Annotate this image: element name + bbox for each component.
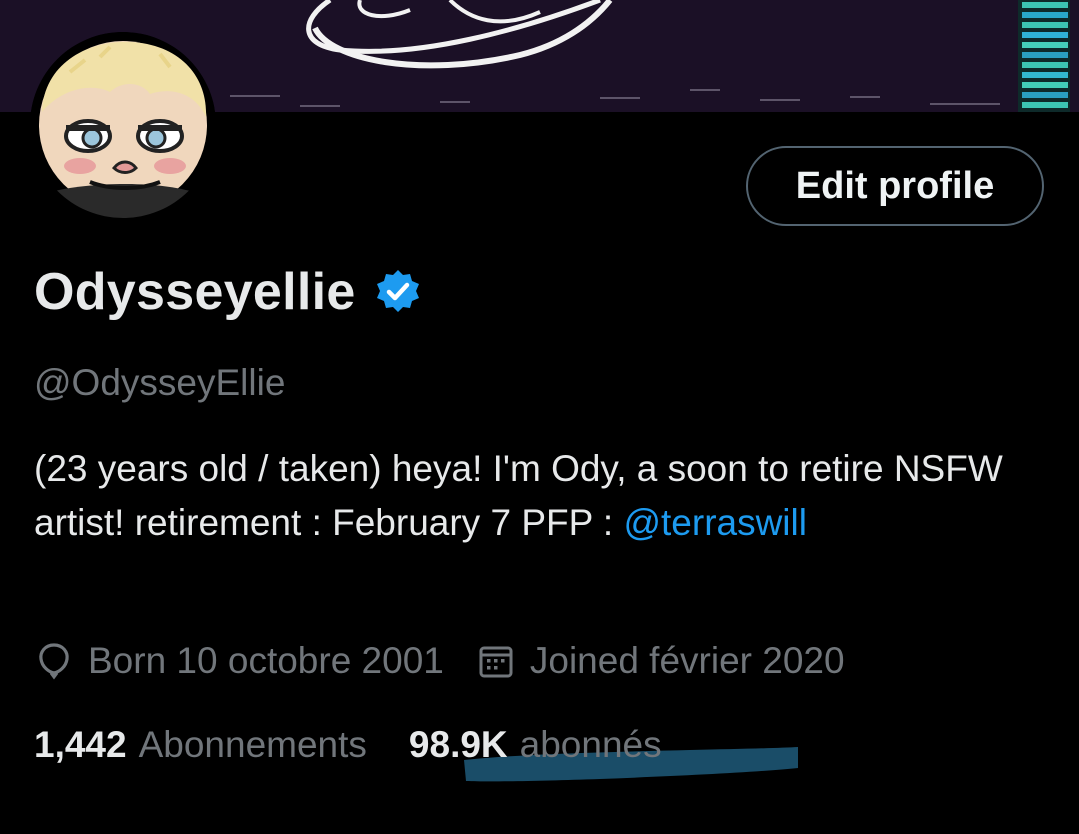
joined-text: Joined février 2020 [529,640,845,681]
followers-count: 98.9K [408,724,508,765]
profile-meta: Born 10 octobre 2001 Joined février 2020 [34,640,845,682]
profile-handle: @OdysseyEllie [34,362,286,403]
avatar[interactable] [30,32,216,218]
following-link[interactable]: 1,442 Abonnements [34,724,367,766]
profile-name-row: Odysseyellie [34,262,422,322]
display-name: Odysseyellie [34,263,356,321]
profile-stats: 1,442 Abonnements 98.9K abonnés [34,724,662,766]
balloon-icon [39,643,69,680]
avatar-image [30,32,216,218]
edit-profile-button[interactable]: Edit profile [746,146,1044,226]
followers-label: abonnés [519,724,662,765]
following-count: 1,442 [34,724,127,765]
profile-bio: (23 years old / taken) heya! I'm Ody, a … [34,442,1034,550]
calendar-icon [479,646,513,678]
joined-item: Joined février 2020 [476,640,845,682]
followers-link[interactable]: 98.9K abonnés [409,724,662,766]
verified-badge-icon[interactable] [374,268,422,316]
bio-text: (23 years old / taken) heya! I'm Ody, a … [34,448,1003,543]
birthdate-text: Born 10 octobre 2001 [88,640,444,681]
bio-mention-link[interactable]: @terraswill [623,502,807,543]
birthdate-item: Born 10 octobre 2001 [34,640,444,682]
following-label: Abonnements [138,724,367,765]
